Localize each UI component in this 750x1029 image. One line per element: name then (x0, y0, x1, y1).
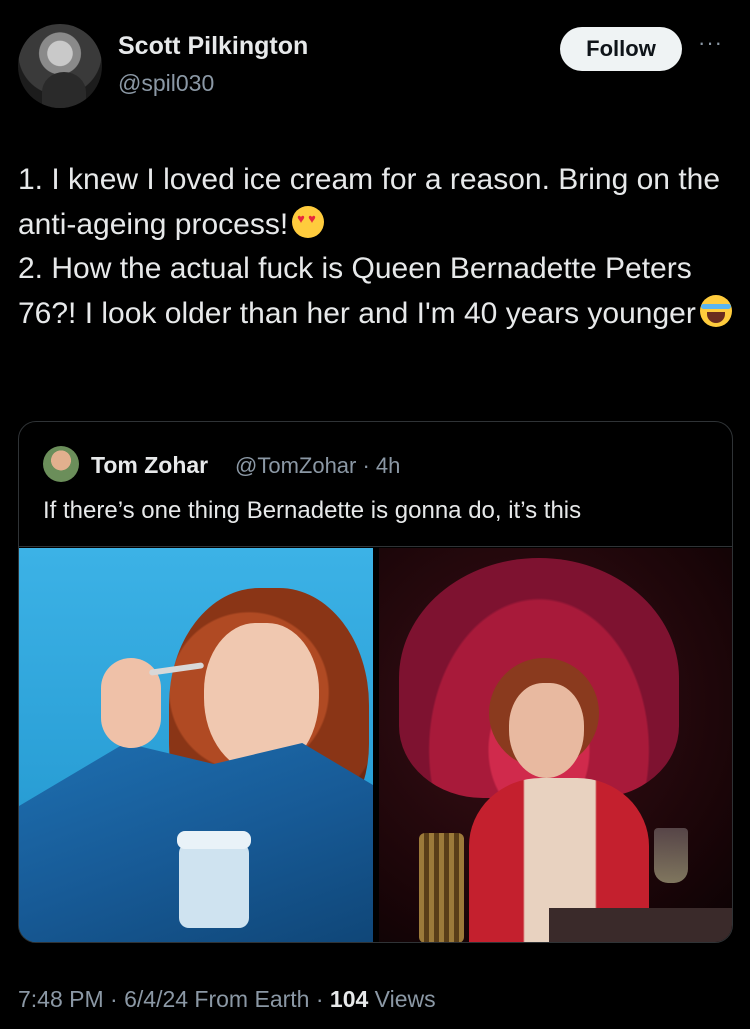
views-label: Views (368, 986, 436, 1012)
photo-right-chair (419, 833, 464, 942)
author-handle[interactable]: @spil030 (118, 70, 214, 97)
follow-button[interactable]: Follow (560, 27, 682, 71)
tweet-line-1: 1. I knew I loved ice cream for a reason… (18, 163, 721, 241)
photo-right-glass (654, 828, 688, 883)
quoted-author-name[interactable]: Tom Zohar (91, 452, 208, 479)
quoted-text: If there’s one thing Bernadette is gonna… (43, 497, 582, 524)
quoted-divider (19, 546, 732, 547)
photo-left[interactable] (19, 548, 373, 942)
photo-right-table (549, 908, 732, 942)
photo-right[interactable] (379, 548, 732, 942)
more-options-icon[interactable]: ··· (698, 30, 723, 56)
views-count: 104 (329, 986, 369, 1012)
quoted-tweet[interactable]: Tom Zohar @TomZohar · 4h If there’s one … (18, 421, 733, 943)
heart-eyes-emoji-icon (292, 205, 325, 238)
tweet-footer: 7:48 PM · 6/4/24 From Earth · 104 Views (18, 986, 436, 1013)
quoted-avatar[interactable] (43, 446, 79, 482)
tweet-text: 1. I knew I loved ice cream for a reason… (18, 158, 733, 336)
author-name[interactable]: Scott Pilkington (118, 32, 308, 61)
quoted-meta: @TomZohar · 4h (235, 453, 401, 478)
avatar[interactable] (18, 24, 102, 108)
photo-right-face (509, 683, 584, 778)
crying-face-emoji-icon (699, 294, 732, 327)
tweet-line-2: 2. How the actual fuck is Queen Bernadet… (18, 252, 696, 330)
tweet-timestamp[interactable]: 7:48 PM · 6/4/24 From Earth · (18, 986, 330, 1012)
photo-left-cream-jar (177, 831, 251, 928)
